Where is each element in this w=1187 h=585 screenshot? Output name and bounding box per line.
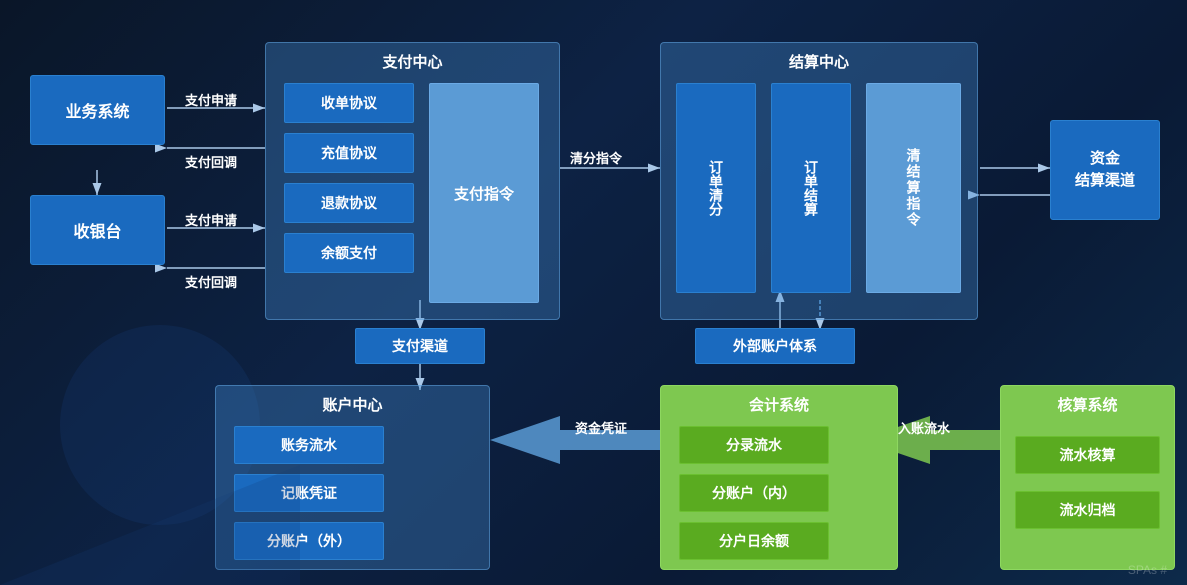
ac-item-3: 分账户（外） xyxy=(234,522,384,560)
calc-system-title: 核算系统 xyxy=(1001,394,1174,415)
payment-center-title: 支付中心 xyxy=(266,51,559,72)
payment-channel-box: 支付渠道 xyxy=(355,328,485,364)
accounting-system-panel: 会计系统 分录流水 分账户（内） 分户日余额 xyxy=(660,385,898,570)
cs-item-2: 流水归档 xyxy=(1015,491,1160,529)
label-entry-flow: 入账流水 xyxy=(898,418,950,437)
external-account-box: 外部账户体系 xyxy=(695,328,855,364)
label-pay-request-bottom: 支付申请 xyxy=(185,210,237,229)
payment-center-panel: 支付中心 收单协议 充值协议 退款协议 余额支付 支付指令 xyxy=(265,42,560,320)
settlement-center-panel: 结算中心 订单清分 订单结算 清结算指令 xyxy=(660,42,978,320)
as-item-2: 分账户（内） xyxy=(679,474,829,512)
ac-item-2: 记账凭证 xyxy=(234,474,384,512)
pc-item-4: 余额支付 xyxy=(284,233,414,273)
account-center-panel: 账户中心 账务流水 记账凭证 分账户（外） xyxy=(215,385,490,570)
ac-item-1: 账务流水 xyxy=(234,426,384,464)
label-clear-command: 清分指令 xyxy=(570,148,622,167)
as-item-3: 分户日余额 xyxy=(679,522,829,560)
sc-item-1: 订单清分 xyxy=(676,83,756,293)
pc-item-1: 收单协议 xyxy=(284,83,414,123)
settlement-center-title: 结算中心 xyxy=(661,51,977,72)
sc-item-2: 订单结算 xyxy=(771,83,851,293)
pc-item-2: 充值协议 xyxy=(284,133,414,173)
payment-command-box: 支付指令 xyxy=(429,83,539,303)
accounting-system-title: 会计系统 xyxy=(661,394,897,415)
label-fund-voucher: 资金凭证 xyxy=(575,418,627,437)
business-system-box: 业务系统 xyxy=(30,75,165,145)
label-pay-callback-bottom: 支付回调 xyxy=(185,272,237,291)
label-pay-callback-top: 支付回调 xyxy=(185,152,237,171)
fund-channel-box: 资金结算渠道 xyxy=(1050,120,1160,220)
account-center-title: 账户中心 xyxy=(216,394,489,415)
sc-item-3: 清结算指令 xyxy=(866,83,961,293)
as-item-1: 分录流水 xyxy=(679,426,829,464)
cashier-box: 收银台 xyxy=(30,195,165,265)
bottom-watermark: SPAs # xyxy=(1128,563,1167,577)
cs-item-1: 流水核算 xyxy=(1015,436,1160,474)
calc-system-panel: 核算系统 流水核算 流水归档 xyxy=(1000,385,1175,570)
diagram: 业务系统 收银台 支付申请 支付回调 支付申请 支付回调 支付中心 收单协议 充… xyxy=(0,0,1187,585)
label-pay-request-top: 支付申请 xyxy=(185,90,237,109)
pc-item-3: 退款协议 xyxy=(284,183,414,223)
